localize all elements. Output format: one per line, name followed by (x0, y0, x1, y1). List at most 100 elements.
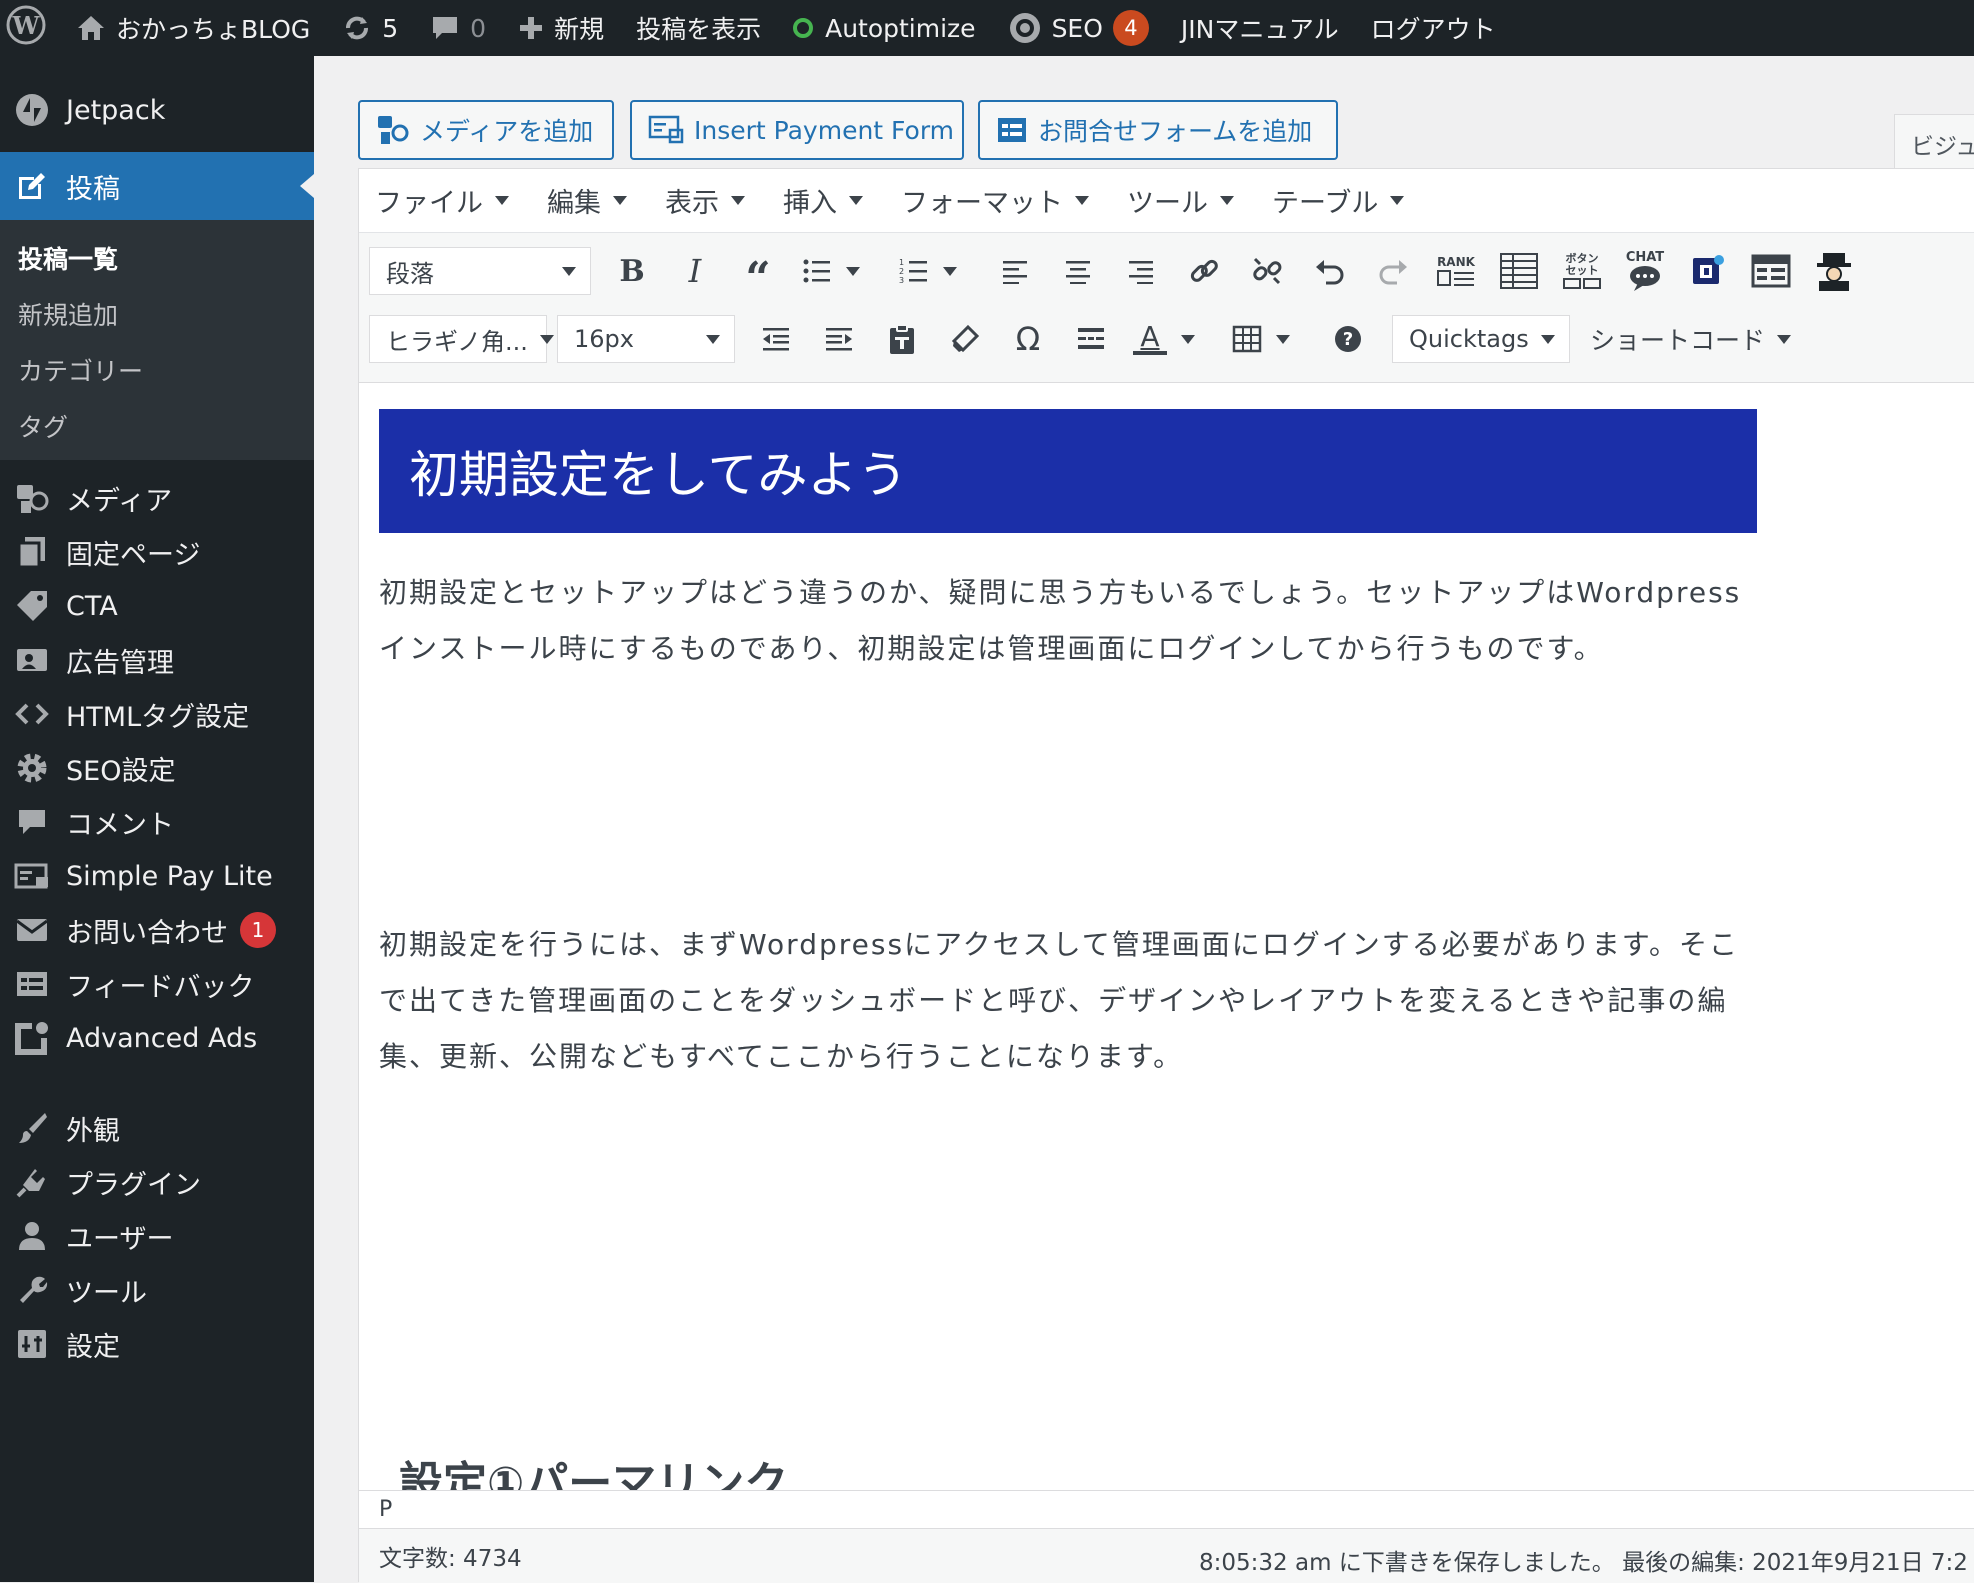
menu-settings[interactable]: 設定 (0, 1310, 314, 1378)
character-button[interactable] (1811, 248, 1857, 294)
chevron-down-icon (1777, 334, 1792, 344)
numbered-list-button[interactable]: 123 (895, 248, 961, 294)
paste-text-button[interactable] (879, 316, 925, 362)
chevron-down-icon (1276, 334, 1290, 344)
special-character-button[interactable]: Ω (1005, 316, 1051, 362)
menu-view[interactable]: 表示 (665, 181, 745, 220)
menu-file[interactable]: ファイル (375, 181, 509, 220)
chevron-down-icon (539, 334, 554, 344)
editor-document[interactable]: 初期設定をしてみよう 初期設定とセットアップはどう違うのか、疑問に思う方もいるで… (359, 385, 1974, 1490)
add-media-button[interactable]: メディアを追加 (358, 100, 614, 160)
tinymce-editor: ファイル 編集 表示 挿入 フォーマット ツール テーブル 段落 B I “ 1… (358, 168, 1974, 1583)
chevron-down-icon (731, 196, 745, 205)
update-icon (342, 13, 372, 43)
menu-jetpack[interactable]: Jetpack (0, 76, 314, 144)
content-paragraph-1: 初期設定とセットアップはどう違うのか、疑問に思う方もいるでしょう。セットアップは… (379, 576, 1742, 665)
user-icon (12, 1216, 52, 1256)
toolbar-row-2: ヒラギノ角... 16px Ω A ? Quicktags ショートコード (369, 309, 1974, 369)
table-button[interactable] (1228, 316, 1294, 362)
outdent-button[interactable] (753, 316, 799, 362)
submenu-categories[interactable]: カテゴリー (0, 342, 314, 398)
chat-button[interactable]: CHAT (1622, 248, 1668, 294)
rank-button[interactable]: RANK (1433, 248, 1479, 294)
view-post-link[interactable]: 投稿を表示 (620, 0, 777, 56)
font-family-select[interactable]: ヒラギノ角... (369, 315, 554, 363)
jin-manual-link[interactable]: JINマニュアル (1165, 0, 1355, 56)
italic-button[interactable]: I (672, 248, 718, 294)
new-label: 新規 (554, 15, 605, 44)
bullet-list-button[interactable] (798, 248, 864, 294)
text-color-button[interactable]: A (1131, 316, 1197, 362)
menu-edit[interactable]: 編集 (547, 181, 627, 220)
menu-insert[interactable]: 挿入 (783, 181, 863, 220)
seo-link[interactable]: SEO 4 (992, 0, 1165, 56)
admin-bar: W おかっちょBLOG 5 0 新規 投稿を表示 Autoptimize SEO… (0, 0, 1974, 56)
chevron-down-icon (1541, 334, 1555, 344)
wordpress-logo-icon: W (6, 5, 46, 51)
new-content-link[interactable]: 新規 (502, 0, 620, 56)
pages-icon (12, 532, 52, 572)
payment-form-icon (648, 115, 684, 145)
comments-link[interactable]: 0 (414, 0, 502, 56)
menu-tools[interactable]: ツール (1127, 181, 1234, 220)
menu-advanced-ads[interactable]: Advanced Ads (0, 1004, 314, 1072)
submenu-add-new[interactable]: 新規追加 (0, 286, 314, 342)
add-contact-form-button[interactable]: お問合せフォームを追加 (978, 100, 1338, 160)
chevron-down-icon (613, 196, 627, 205)
home-icon (76, 14, 106, 42)
redo-button[interactable] (1370, 248, 1416, 294)
updates-count: 5 (382, 13, 399, 43)
align-left-button[interactable] (992, 248, 1038, 294)
chevron-down-icon (706, 334, 720, 344)
page-break-button[interactable] (1068, 316, 1114, 362)
submenu-all-posts[interactable]: 投稿一覧 (0, 230, 314, 286)
chevron-down-icon (1220, 196, 1234, 205)
indent-button[interactable] (816, 316, 862, 362)
ad-icon (12, 640, 52, 680)
contact-form-icon (996, 116, 1028, 144)
element-path: P (359, 1490, 1974, 1528)
submenu-tags[interactable]: タグ (0, 398, 314, 454)
table-list-button[interactable] (1496, 248, 1542, 294)
shortcode-dropdown[interactable]: ショートコード (1590, 316, 1792, 362)
gear-icon (12, 748, 52, 788)
box-layout-button[interactable] (1748, 248, 1794, 294)
insert-link-button[interactable] (1181, 248, 1227, 294)
wrench-icon (12, 1270, 52, 1310)
tab-visual[interactable]: ビジュ (1894, 114, 1974, 168)
align-right-button[interactable] (1118, 248, 1164, 294)
quicktags-select[interactable]: Quicktags (1392, 315, 1570, 363)
undo-button[interactable] (1307, 248, 1353, 294)
jetpack-icon (12, 90, 52, 130)
format-select[interactable]: 段落 (369, 247, 591, 295)
svg-text:W: W (12, 11, 41, 40)
chevron-down-icon (849, 196, 863, 205)
editor-toolbar: 段落 B I “ 123 RANK ボタンセット CHAT ヒラギノ角... 1… (359, 233, 1974, 383)
plugin-icon (12, 1162, 52, 1202)
insert-payment-form-button[interactable]: Insert Payment Form (630, 100, 964, 160)
site-name: おかっちょBLOG (116, 15, 311, 44)
site-name-link[interactable]: おかっちょBLOG (60, 0, 326, 56)
remove-link-button[interactable] (1244, 248, 1290, 294)
chevron-down-icon (562, 266, 576, 276)
updates-link[interactable]: 5 (326, 0, 414, 56)
jin-logo-button[interactable] (1685, 248, 1731, 294)
menu-table[interactable]: テーブル (1272, 181, 1405, 220)
content-heading-partial: 設定①パーマリンク (399, 1458, 789, 1490)
bold-button[interactable]: B (609, 248, 655, 294)
font-size-select[interactable]: 16px (557, 315, 735, 363)
help-button[interactable]: ? (1325, 316, 1371, 362)
autoptimize-link[interactable]: Autoptimize (777, 0, 991, 56)
mail-icon (12, 910, 52, 950)
editor-menubar: ファイル 編集 表示 挿入 フォーマット ツール テーブル (359, 169, 1974, 233)
clear-formatting-button[interactable] (942, 316, 988, 362)
button-set-button[interactable]: ボタンセット (1559, 248, 1605, 294)
admin-sidebar: Jetpack 投稿 投稿一覧 新規追加 カテゴリー タグ メディア 固定ページ… (0, 56, 314, 1582)
menu-format[interactable]: フォーマット (901, 181, 1089, 220)
logout-link[interactable]: ログアウト (1355, 0, 1512, 56)
contact-badge: 1 (240, 912, 276, 948)
wordpress-logo-button[interactable]: W (0, 0, 60, 56)
menu-posts[interactable]: 投稿 (0, 152, 314, 220)
align-center-button[interactable] (1055, 248, 1101, 294)
blockquote-button[interactable]: “ (735, 248, 781, 304)
